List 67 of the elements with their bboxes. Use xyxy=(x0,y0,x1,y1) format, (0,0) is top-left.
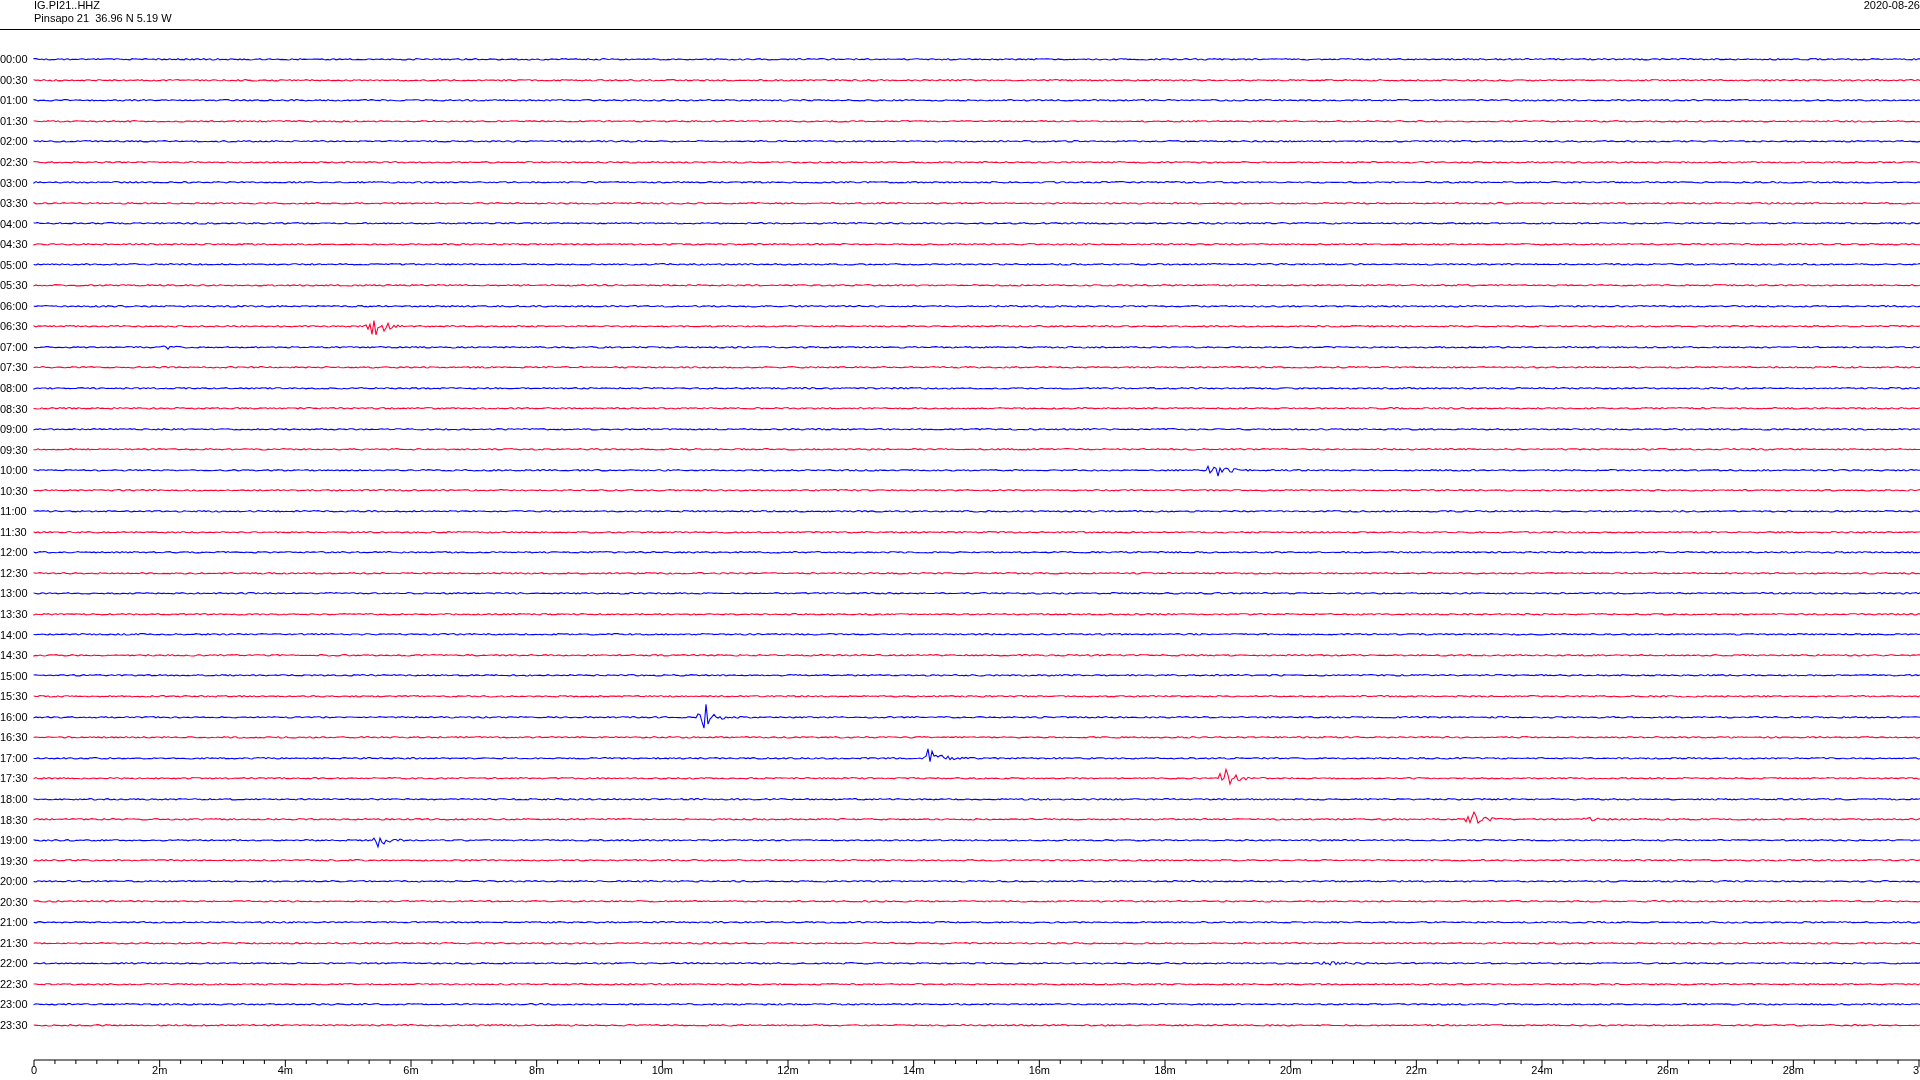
time-label: 08:00 xyxy=(0,382,29,394)
time-label: 01:00 xyxy=(0,94,29,107)
channel-label: IG.PI21..HHZ xyxy=(34,0,102,12)
time-label: 00:00 xyxy=(0,53,29,66)
time-label: 22:00 xyxy=(0,957,29,970)
time-label: 04:30 xyxy=(0,238,29,251)
time-label: 06:00 xyxy=(0,299,29,312)
axis-tick-label: 14m xyxy=(902,1064,925,1077)
time-label: 18:00 xyxy=(0,792,29,805)
time-label: 14:00 xyxy=(0,628,29,641)
station-label: Pinsapo 21 36.96 N 5.19 W xyxy=(34,12,172,25)
time-label: 20:30 xyxy=(0,895,29,908)
time-label: 22:30 xyxy=(0,977,29,990)
time-label: 12:30 xyxy=(0,566,29,579)
axis-tick-label: 10m xyxy=(651,1064,674,1077)
time-label: 21:30 xyxy=(0,936,29,949)
axis-tick-label: 6m xyxy=(403,1064,419,1077)
time-label: 19:00 xyxy=(0,834,29,847)
time-label: 16:00 xyxy=(0,710,29,723)
time-label: 11:00 xyxy=(0,505,28,518)
time-label: 21:00 xyxy=(0,916,29,929)
time-label: 17:00 xyxy=(0,751,29,764)
time-label: 17:30 xyxy=(0,772,29,785)
axis-tick-label: 20m xyxy=(1279,1064,1302,1077)
time-label: 14:30 xyxy=(0,649,29,662)
time-label: 19:30 xyxy=(0,854,29,867)
time-label: 02:00 xyxy=(0,135,29,148)
time-label: 13:00 xyxy=(0,587,29,600)
time-label: 07:00 xyxy=(0,340,29,353)
axis-tick-label: 28m xyxy=(1782,1064,1805,1077)
time-label: 09:30 xyxy=(0,443,29,456)
time-label: 01:30 xyxy=(0,114,29,127)
time-label: 10:30 xyxy=(0,484,29,497)
time-label: 13:30 xyxy=(0,608,29,621)
time-label: 09:00 xyxy=(0,423,29,436)
time-label: 03:00 xyxy=(0,176,29,189)
time-label: 23:00 xyxy=(0,998,29,1011)
time-label: 00:30 xyxy=(0,73,29,86)
time-label: 18:30 xyxy=(0,813,29,826)
date-label: 2020-08-26 xyxy=(1863,0,1920,12)
axis-tick-label: 0 xyxy=(30,1064,38,1077)
time-label: 02:30 xyxy=(0,156,29,168)
axis-tick-label: 18m xyxy=(1154,1064,1176,1077)
time-label: 03:30 xyxy=(0,197,29,210)
axis-tick-label: 16m xyxy=(1028,1064,1051,1077)
axis-tick-label: 3 xyxy=(1912,1064,1919,1077)
time-label: 16:30 xyxy=(0,731,29,744)
time-label: 15:00 xyxy=(0,669,29,682)
time-label: 05:00 xyxy=(0,258,29,271)
time-label: 12:00 xyxy=(0,546,29,559)
time-label: 23:30 xyxy=(0,1018,29,1031)
axis-tick-label: 12m xyxy=(777,1064,799,1077)
axis-tick-label: 24m xyxy=(1531,1064,1553,1077)
time-label: 11:30 xyxy=(0,525,28,538)
time-label: 10:00 xyxy=(0,464,29,477)
axis-tick-label: 22m xyxy=(1405,1064,1428,1077)
axis-tick-label: 8m xyxy=(529,1064,545,1077)
time-label: 06:30 xyxy=(0,320,29,333)
axis-tick-label: 2m xyxy=(152,1064,168,1077)
axis-tick-label: 26m xyxy=(1656,1064,1679,1077)
time-label: 04:00 xyxy=(0,217,29,230)
time-label: 07:30 xyxy=(0,361,29,374)
axis-tick-label: 4m xyxy=(277,1064,293,1077)
time-label: 05:30 xyxy=(0,279,29,292)
time-label: 20:00 xyxy=(0,875,29,888)
time-label: 15:30 xyxy=(0,690,29,703)
time-label: 08:30 xyxy=(0,402,29,415)
